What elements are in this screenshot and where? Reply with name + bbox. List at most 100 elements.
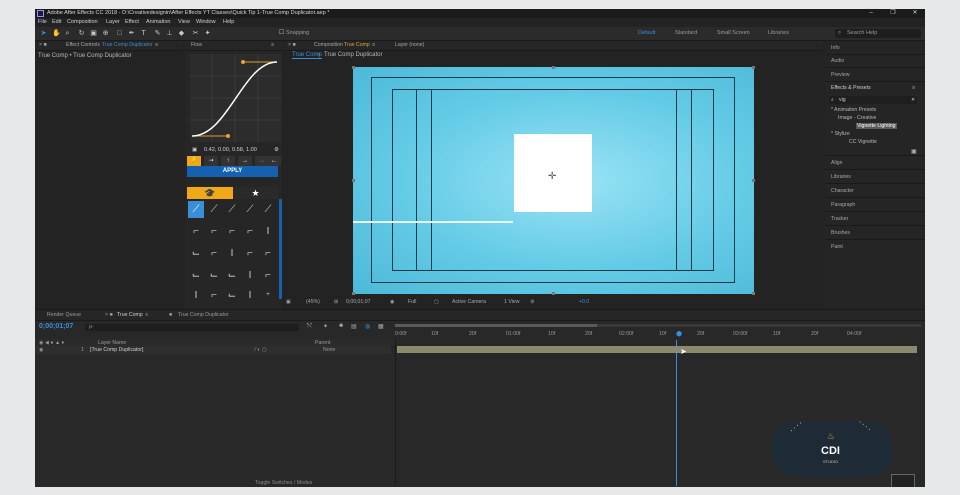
close-tab-icon[interactable]: × ■ [105, 312, 113, 318]
work-area-bar[interactable] [395, 324, 921, 327]
composition-viewer[interactable]: ✛ [352, 66, 755, 295]
flow-preset[interactable]: ⌐ [206, 287, 222, 304]
menu-view[interactable]: View [178, 18, 190, 27]
paragraph-panel[interactable]: Paragraph [831, 202, 855, 208]
hand-tool-icon[interactable]: ✋ [52, 30, 61, 37]
resolution-dropdown[interactable]: Full [408, 297, 416, 307]
clone-tool-icon[interactable]: ⊥ [166, 30, 173, 37]
panel-menu-icon[interactable]: ≡ [155, 41, 158, 50]
align-panel[interactable]: Align [831, 160, 843, 166]
brush-tool-icon[interactable]: ✎ [154, 30, 161, 37]
flow-mode-button-1[interactable]: ⇢ [204, 156, 218, 166]
fast-preview-icon[interactable]: ⚙ [530, 297, 535, 307]
layer-row[interactable]: ◉ 1 [True Comp Duplicator] ⁄ ◐ ▢ None [35, 346, 391, 354]
flow-preset[interactable]: ⌐ [206, 223, 222, 240]
menu-file[interactable]: File [38, 18, 47, 27]
layer-switches-icon[interactable]: ⁄ ◐ ▢ [255, 347, 267, 353]
effects-search-input[interactable]: ⌕ vig ✕ [829, 96, 917, 104]
puppet-tool-icon[interactable]: ✦ [204, 30, 211, 37]
flow-preset[interactable]: ⌙ [206, 267, 222, 284]
flow-preset[interactable]: I [242, 287, 258, 304]
shape-tool-icon[interactable]: □ [116, 30, 123, 37]
camera-dropdown[interactable]: Active Camera [452, 297, 486, 307]
character-panel[interactable]: Character [831, 188, 854, 194]
transform-handle[interactable] [552, 292, 555, 295]
menu-edit[interactable]: Edit [52, 18, 61, 27]
roto-brush-tool-icon[interactable]: ✂ [192, 30, 199, 37]
effect-controls-tab[interactable]: Effect Controls [66, 41, 100, 50]
snapping-checkbox[interactable]: ☐ [278, 30, 285, 37]
view-dropdown[interactable]: 1 View [504, 297, 519, 307]
timeline-search-input[interactable]: ρ- [85, 324, 299, 331]
tree-stylize[interactable]: * Stylize [831, 131, 850, 137]
tree-vignette-lighting[interactable]: Vignette Lighting [856, 123, 897, 129]
maximize-button[interactable]: ❐ [883, 9, 903, 18]
transform-handle[interactable] [352, 179, 355, 182]
flow-add-icon[interactable]: + [260, 287, 276, 304]
magnifier-icon[interactable]: ▣ [286, 297, 291, 307]
true-comp-tab[interactable]: True Comp [117, 312, 143, 318]
eraser-tool-icon[interactable]: ◆ [178, 30, 185, 37]
selection-tool-icon[interactable]: ➤ [40, 30, 47, 37]
flow-settings-icon[interactable]: ⚙ [274, 147, 279, 153]
transform-handle[interactable] [752, 179, 755, 182]
close-button[interactable]: ✕ [905, 9, 925, 18]
flow-preset[interactable]: ⌙ [224, 267, 240, 284]
comp-flowchart-icon[interactable]: ⤲ [307, 323, 312, 330]
new-bin-icon[interactable]: ▣ [911, 148, 917, 155]
flow-preset[interactable]: ⌐ [242, 223, 258, 240]
clear-search-icon[interactable]: ✕ [911, 96, 915, 104]
flow-preset[interactable]: ⟋ [242, 201, 258, 218]
flow-preset[interactable]: ⌐ [260, 245, 276, 262]
menu-composition[interactable]: Composition [67, 18, 98, 27]
tree-image-creative[interactable]: Image - Creative [838, 115, 876, 121]
visibility-toggle-icon[interactable]: ◉ [39, 347, 44, 353]
info-panel[interactable]: Info [831, 45, 840, 51]
flow-apply-button[interactable]: APPLY [187, 166, 278, 177]
tracker-panel[interactable]: Tracker [831, 216, 848, 222]
tree-animation-presets[interactable]: * Animation Presets [831, 107, 876, 113]
region-icon[interactable]: ▢ [434, 297, 439, 307]
grid-icon[interactable]: ⊞ [334, 297, 338, 307]
comp-timecode[interactable]: 0;00;01;07 [346, 297, 371, 307]
close-tab-icon[interactable]: × ■ [39, 41, 47, 50]
composition-tab[interactable]: Composition [314, 41, 343, 50]
flow-mode-button-5[interactable]: ← [267, 156, 281, 166]
current-time-display[interactable]: 0;00;01;07 [39, 323, 73, 330]
flow-key-button[interactable]: 🔑 [187, 156, 201, 166]
flow-preset[interactable]: ⌐ [206, 245, 222, 262]
flow-mode-button-3[interactable]: → [238, 156, 252, 166]
rotate-tool-icon[interactable]: ↻ [78, 30, 85, 37]
flow-preset[interactable]: ⟋ [224, 201, 240, 218]
transform-handle[interactable] [352, 66, 355, 69]
menu-layer[interactable]: Layer [106, 18, 120, 27]
flow-preset[interactable]: I [260, 223, 276, 240]
flow-preset[interactable]: ⟋ [206, 201, 222, 218]
playhead-line[interactable] [676, 340, 677, 486]
workspace-default[interactable]: Default [638, 30, 655, 36]
time-ruler[interactable]: 0:00f 10f 20f 01:00f 10f 20f 02:00f 10f … [395, 324, 921, 344]
exposure-value[interactable]: +0.0 [579, 297, 589, 307]
camera-tool-icon[interactable]: ▣ [90, 30, 97, 37]
brushes-panel[interactable]: Brushes [831, 230, 850, 236]
flow-preset[interactable]: ⌙ [224, 287, 240, 304]
flow-preset[interactable]: ⌐ [188, 223, 204, 240]
zoom-tool-icon[interactable]: ⌕ [64, 30, 71, 37]
workspace-libraries[interactable]: Libraries [768, 30, 789, 36]
workspace-standard[interactable]: Standard [675, 30, 697, 36]
frame-blending-icon[interactable]: ▤ [351, 323, 357, 330]
search-help-input[interactable]: ⌕ Search Help [835, 29, 921, 38]
panel-menu-icon[interactable]: ≡ [912, 85, 915, 91]
flow-preset[interactable]: ⌐ [224, 223, 240, 240]
flow-favorites-tab[interactable]: ★ [233, 187, 278, 199]
layer-tab[interactable]: Layer (none) [395, 41, 424, 50]
flow-preset[interactable]: ⟋ [188, 201, 204, 218]
transform-handle[interactable] [752, 292, 755, 295]
audio-panel[interactable]: Audio [831, 58, 844, 64]
paint-panel[interactable]: Paint [831, 244, 843, 250]
parent-dropdown[interactable]: None [323, 347, 335, 353]
flow-preset[interactable]: I [224, 245, 240, 262]
close-tab-icon[interactable]: × ■ [288, 41, 296, 50]
menu-animation[interactable]: Animation [146, 18, 170, 27]
flow-library-tab[interactable]: 🎓 [187, 187, 233, 199]
